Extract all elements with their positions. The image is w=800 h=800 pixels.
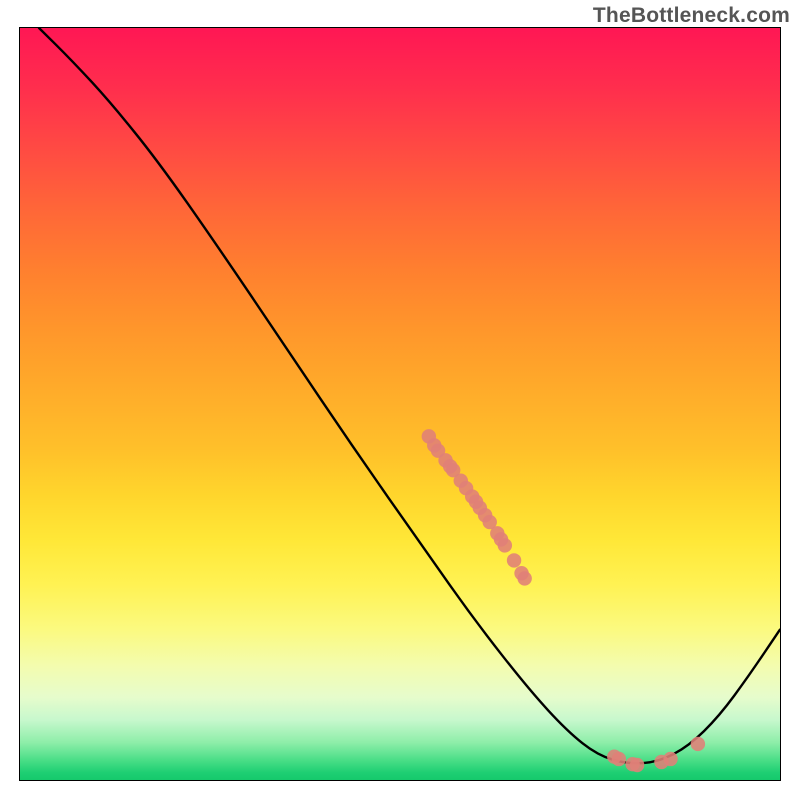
data-point (517, 571, 531, 585)
data-point (507, 553, 521, 567)
data-point (691, 737, 705, 751)
chart-container: TheBottleneck.com (0, 0, 800, 800)
chart-svg (20, 28, 780, 780)
data-point (663, 752, 677, 766)
data-points (422, 429, 705, 772)
attribution-text: TheBottleneck.com (593, 4, 790, 28)
data-point (498, 538, 512, 552)
bottleneck-curve (39, 28, 780, 763)
data-point (630, 758, 644, 772)
plot-area (19, 27, 781, 781)
data-point (612, 752, 626, 766)
